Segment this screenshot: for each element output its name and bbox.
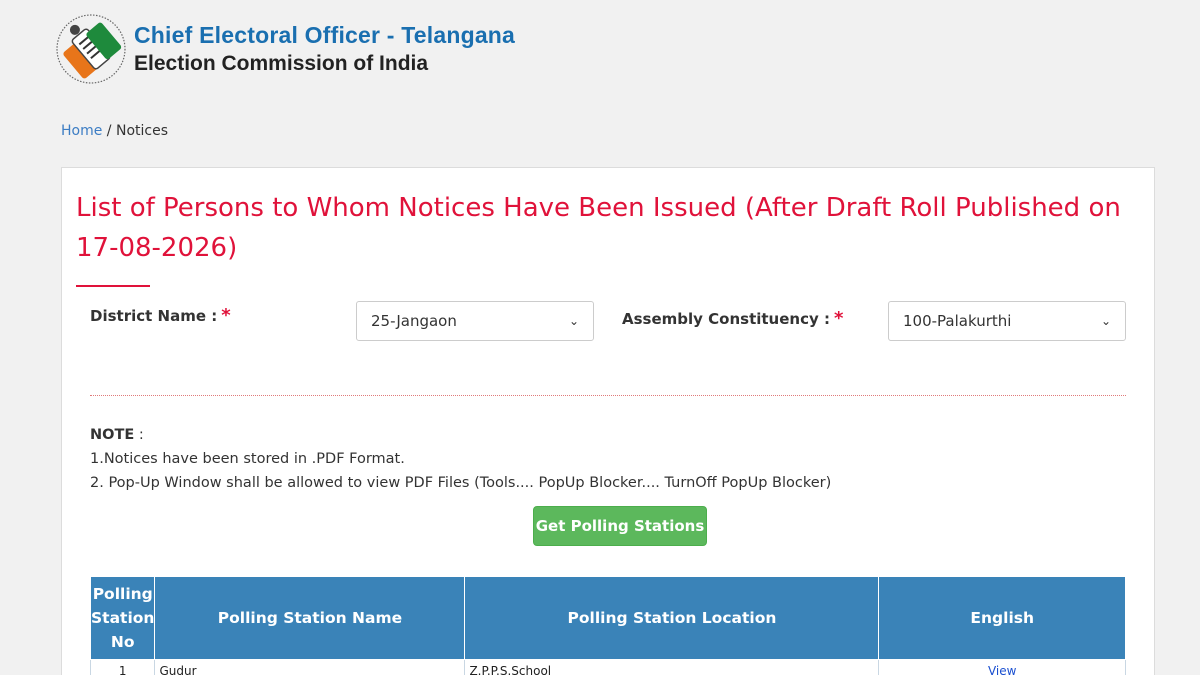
breadcrumb: Home / Notices xyxy=(61,123,168,139)
assembly-select[interactable]: 100-Palakurthi ⌄ xyxy=(888,301,1126,341)
col-header-english: English xyxy=(878,576,1126,660)
cell-station-no: 1 xyxy=(89,659,156,675)
chevron-down-icon: ⌄ xyxy=(1100,314,1111,328)
col-header-station-location: Polling Station Location xyxy=(464,576,880,660)
note-colon: : xyxy=(134,427,144,443)
district-select[interactable]: 25-Jangaon ⌄ xyxy=(356,301,594,341)
eci-logo-icon[interactable] xyxy=(52,4,130,94)
district-required-mark: * xyxy=(221,305,231,326)
col-header-station-no-line-3: No xyxy=(110,633,135,651)
district-label-text: District Name : xyxy=(90,307,218,325)
col-header-station-no: Polling Station No xyxy=(89,576,156,660)
brand-text: Chief Electoral Officer - Telangana Elec… xyxy=(134,22,515,76)
note-block: NOTE : 1.Notices have been stored in .PD… xyxy=(90,423,831,495)
assembly-required-mark: * xyxy=(833,308,844,329)
get-polling-stations-button[interactable]: Get Polling Stations xyxy=(533,506,707,546)
cell-station-location: Z.P.P.S.School xyxy=(464,659,880,675)
chevron-down-icon: ⌄ xyxy=(568,314,579,328)
note-heading: NOTE xyxy=(90,427,135,443)
section-divider xyxy=(90,395,1126,396)
note-line-1: 1.Notices have been stored in .PDF Forma… xyxy=(90,451,405,467)
col-header-station-name: Polling Station Name xyxy=(154,576,466,660)
title-underline xyxy=(76,285,150,287)
col-header-station-no-line-2: Station xyxy=(91,609,155,627)
table-header-row: Polling Station No Polling Station Name … xyxy=(89,576,1126,660)
note-heading-line: NOTE : xyxy=(90,423,831,447)
assembly-label: Assembly Constituency : * xyxy=(622,308,843,329)
district-label: District Name : * xyxy=(90,305,231,326)
notices-panel: List of Persons to Whom Notices Have Bee… xyxy=(61,167,1155,675)
table-row: 1 Gudur Z.P.P.S.School View xyxy=(89,659,1126,675)
cell-station-name: Gudur xyxy=(154,659,466,675)
view-notice-link[interactable]: View xyxy=(988,664,1016,675)
note-line-2: 2. Pop-Up Window shall be allowed to vie… xyxy=(90,475,832,491)
col-header-station-no-line-1: Polling xyxy=(92,585,153,603)
breadcrumb-separator: / xyxy=(102,123,116,139)
brand-subtitle: Election Commission of India xyxy=(134,52,429,75)
assembly-label-text: Assembly Constituency : xyxy=(622,310,830,328)
site-header: Chief Electoral Officer - Telangana Elec… xyxy=(52,4,652,100)
assembly-select-value: 100-Palakurthi xyxy=(903,312,1012,330)
district-select-value: 25-Jangaon xyxy=(371,312,457,330)
breadcrumb-current: Notices xyxy=(115,123,168,139)
polling-stations-table: Polling Station No Polling Station Name … xyxy=(89,576,1126,675)
cell-english: View xyxy=(878,659,1126,675)
brand-title[interactable]: Chief Electoral Officer - Telangana xyxy=(134,22,515,49)
breadcrumb-home-link[interactable]: Home xyxy=(61,123,102,139)
page-title: List of Persons to Whom Notices Have Bee… xyxy=(76,193,1121,263)
